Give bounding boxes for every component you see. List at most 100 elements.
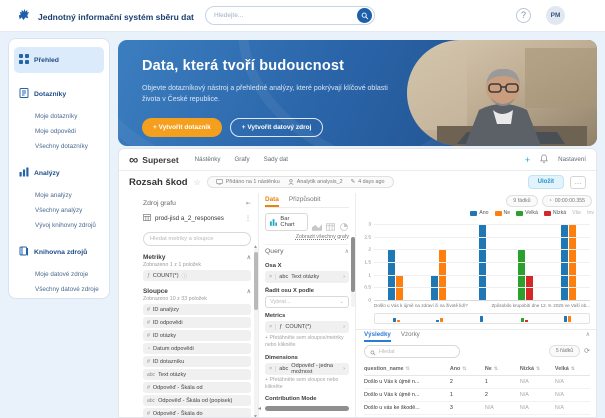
column-header-question-name[interactable]: question_name⇅: [364, 366, 450, 372]
y-tick-label: 2: [368, 248, 371, 253]
left-panel-scrollbar[interactable]: ▲ ▼: [254, 248, 258, 416]
column-chip[interactable]: ◔Datum odpovědi: [143, 343, 251, 354]
search-icon: [361, 8, 369, 23]
controls-scrollbar[interactable]: [351, 237, 355, 307]
sidebar-item-1[interactable]: Přehled: [14, 47, 104, 73]
table-cell: Došlo u Vás k újmě n...: [364, 392, 450, 398]
results-tab-vzorky[interactable]: Vzorky: [401, 331, 420, 342]
search-icon: [370, 343, 376, 361]
dashboard-count-badge[interactable]: Přidáno na 1 nástěnku: [216, 179, 280, 185]
sidebar-subitem[interactable]: Moje datové zdroje: [14, 267, 104, 282]
sidebar-subitem[interactable]: Moje analýzy: [14, 188, 104, 203]
collapse-panel-icon[interactable]: ⇤: [246, 200, 251, 207]
more-options-button[interactable]: …: [570, 176, 586, 189]
column-chip[interactable]: abcText otázky: [143, 369, 251, 380]
legend-item-inv[interactable]: Inv: [587, 210, 594, 216]
view-all-charts-link[interactable]: Zobrazit všechny grafy: [265, 234, 349, 240]
create-questionnaire-button[interactable]: + Vytvořit dotazník: [142, 118, 222, 137]
dimensions-chip[interactable]: × abc Odpověď - jedna možnost ›: [265, 363, 349, 375]
tab-přizpůsobit[interactable]: Přizpůsobit: [289, 196, 321, 207]
legend-item-ne[interactable]: Ne: [495, 210, 511, 216]
legend-swatch: [544, 211, 551, 216]
chevron-right-icon: ›: [343, 366, 345, 372]
results-collapse-icon[interactable]: ∧: [586, 331, 590, 338]
sidebar: Přehled Dotazníky Moje dotazníkyMoje odpov…: [8, 38, 110, 299]
dataset-row[interactable]: prod-jisd a_2_responses ⋮: [143, 210, 251, 227]
legend-item-ano[interactable]: Ano: [470, 210, 488, 216]
new-item-plus-icon[interactable]: +: [525, 155, 530, 165]
x-axis-chip[interactable]: × abc Text otázky ›: [265, 271, 349, 283]
metrics-drop-hint[interactable]: + Přetáhněte sem sloupce/metriky nebo kl…: [265, 335, 349, 350]
remove-icon[interactable]: ×: [269, 274, 276, 280]
pie-chart-icon[interactable]: [340, 218, 349, 226]
tab-data[interactable]: Data: [265, 196, 279, 207]
sidebar-item-3[interactable]: Analýzy: [14, 160, 104, 186]
owner-badge[interactable]: Analytik analysis_2: [288, 179, 343, 185]
dimensions-drop-hint[interactable]: + Přetáhněte sem sloupce nebo klikněte: [265, 377, 349, 392]
help-icon[interactable]: ?: [516, 8, 531, 23]
nav-charts[interactable]: Grafy: [234, 156, 249, 163]
column-chip[interactable]: #ID otázky: [143, 330, 251, 341]
legend-item-vše[interactable]: Vše: [572, 210, 581, 216]
column-chip[interactable]: #ID analýzy: [143, 304, 251, 315]
column-chip[interactable]: abcOdpověď - Škála od (popisek): [143, 395, 251, 406]
search-input[interactable]: [214, 12, 357, 19]
legend-item-nízká[interactable]: Nízká: [544, 210, 566, 216]
sidebar-subitem[interactable]: Všechny analýzy: [14, 203, 104, 218]
remove-icon[interactable]: ×: [269, 366, 276, 372]
create-datasource-button[interactable]: + Vytvořit datový zdroj: [230, 118, 324, 137]
legend-label: Vše: [572, 210, 581, 216]
column-header-velk-[interactable]: Velká⇅: [555, 366, 590, 372]
hero-title: Data, která tvoří budoucnost: [142, 58, 344, 74]
horizontal-scrollbar[interactable]: ◂: [265, 406, 349, 411]
column-header-n-zk-[interactable]: Nízká⇅: [520, 366, 555, 372]
save-button[interactable]: Uložit: [528, 175, 564, 189]
sort-x-select[interactable]: Vybrat... ⌄: [265, 296, 349, 308]
column-header-ano[interactable]: Ano⇅: [450, 366, 485, 372]
chart-source-panel: Zdroj grafu ⇤ prod-jisd a_2_responses ⋮ …: [143, 193, 259, 418]
column-header-ne[interactable]: Ne⇅: [485, 366, 520, 372]
favorite-star-icon[interactable]: ☆: [194, 178, 201, 187]
sidebar-subitem[interactable]: Moje odpovědi: [14, 124, 104, 139]
search-button[interactable]: [357, 8, 372, 23]
results-tab-výsledky[interactable]: Výsledky: [364, 331, 391, 342]
sidebar-subitem[interactable]: Vývoj knihovny zdrojů: [14, 218, 104, 233]
refresh-icon[interactable]: ⟳: [584, 347, 590, 355]
column-chip[interactable]: #Odpověď - Škála do: [143, 408, 251, 418]
metrics-collapse-icon[interactable]: ∧: [247, 254, 251, 261]
results-search-input[interactable]: [379, 349, 454, 355]
nav-settings[interactable]: Nastavení: [558, 156, 586, 163]
column-chip[interactable]: #ID odpovědi: [143, 317, 251, 328]
viz-type-chip[interactable]: Bar Chart: [265, 213, 308, 231]
dataset-options-icon[interactable]: ⋮: [245, 215, 251, 222]
area-chart-icon[interactable]: [312, 218, 322, 226]
metrics-chip[interactable]: × ƒ COUNT(*) ›: [265, 321, 349, 333]
abc-icon: abc: [147, 398, 155, 404]
query-timer-badge: ◔ 00:00:00.355: [542, 195, 592, 207]
chart-zoom-brush[interactable]: [374, 313, 590, 324]
nav-dashboards[interactable]: Nástěnky: [195, 156, 221, 163]
sidebar-subitem[interactable]: Moje dotazníky: [14, 109, 104, 124]
sort-icon: ⇅: [571, 366, 575, 372]
metric-chip[interactable]: ƒ COUNT(*) ⓘ: [143, 270, 251, 281]
metrics-section-title: Metriky: [143, 254, 165, 261]
legend-item-velká[interactable]: Velká: [516, 210, 538, 216]
table-viz-icon[interactable]: [326, 218, 335, 226]
sidebar-item-4[interactable]: Knihovna zdrojů: [14, 239, 104, 265]
column-chip[interactable]: #Odpověď - Škála od: [143, 382, 251, 393]
avatar[interactable]: PM: [546, 6, 565, 25]
table-cell: Došlo u vás ke škodě...: [364, 405, 450, 411]
columns-collapse-icon[interactable]: ∧: [247, 288, 251, 295]
notifications-bell-icon[interactable]: [540, 154, 548, 165]
superset-logo[interactable]: ∞ Superset: [129, 155, 179, 165]
table-row: Došlo u Vás k újmě n...12N/AN/A: [364, 389, 590, 402]
sidebar-subitem[interactable]: Všechny dotazníky: [14, 139, 104, 154]
metrics-columns-search-input[interactable]: [143, 232, 251, 246]
sidebar-item-2[interactable]: Dotazníky: [14, 81, 104, 107]
sidebar-subitem[interactable]: Všechny datové zdroje: [14, 282, 104, 297]
remove-icon[interactable]: ×: [269, 324, 276, 330]
nav-datasets[interactable]: Sady dat: [264, 156, 288, 163]
hash-icon: #: [147, 307, 150, 313]
query-collapse-icon[interactable]: ∧: [345, 248, 349, 255]
column-chip[interactable]: #ID dotazníku: [143, 356, 251, 367]
